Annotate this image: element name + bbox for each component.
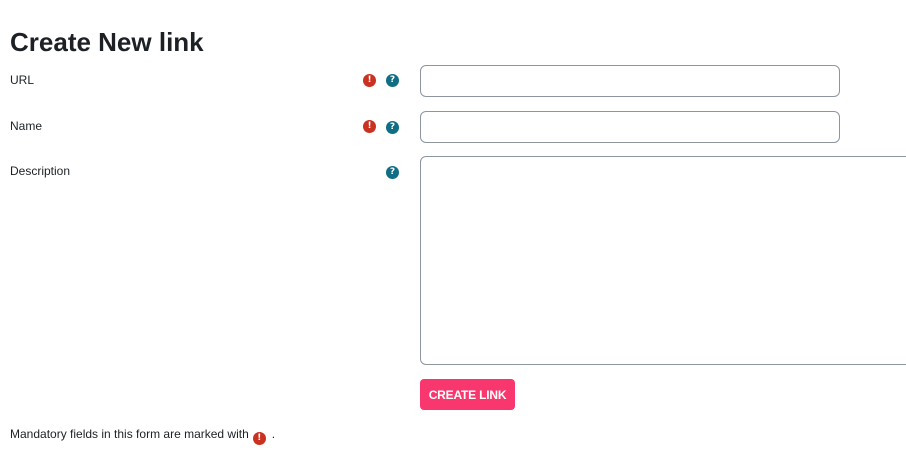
help-icon[interactable]: ? [386,74,399,87]
page-title: Create New link [10,27,204,57]
help-icon[interactable]: ? [386,166,399,179]
create-link-button[interactable]: CREATE LINK [420,379,515,410]
help-icon[interactable]: ? [386,121,399,134]
url-input[interactable] [420,65,840,97]
mandatory-fields-note: Mandatory fields in this form are marked… [10,426,275,445]
url-label: URL [10,73,35,87]
mandatory-fields-text: Mandatory fields in this form are marked… [10,427,249,441]
mandatory-fields-period: . [271,427,276,441]
required-icon: ! [363,74,376,87]
description-textarea[interactable] [420,156,906,365]
create-link-page: Create New link URL ! ? Name ! ? Descrip… [0,0,906,450]
name-label: Name [10,119,43,133]
description-label: Description [10,164,71,178]
name-input[interactable] [420,111,840,143]
required-icon: ! [363,120,376,133]
required-icon: ! [252,432,266,445]
